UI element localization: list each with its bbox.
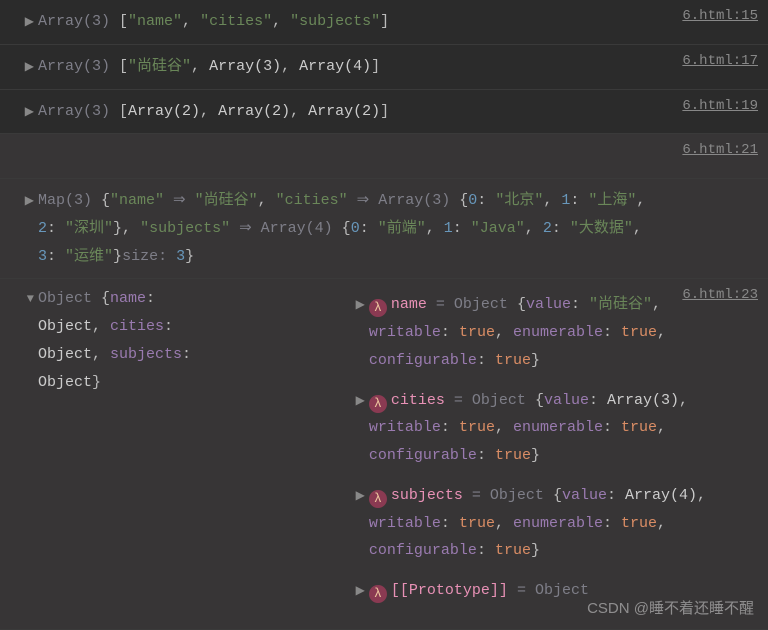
console-row[interactable]: ▶Map(3) {"name" ⇒ "尚硅谷", "cities" ⇒ Arra… [0, 179, 768, 279]
source-link[interactable]: 6.html:21 [682, 142, 758, 158]
console-row[interactable]: 6.html:21 [0, 134, 768, 179]
watermark: CSDN @睡不着还睡不醒 [587, 597, 754, 618]
console-object-block[interactable]: 6.html:23 ▼ Object {name: Object, cities… [0, 279, 768, 630]
source-link[interactable]: 6.html:23 [682, 287, 758, 303]
expand-arrow-icon[interactable]: ▶ [25, 8, 34, 36]
expand-arrow-icon[interactable]: ▶ [356, 482, 365, 565]
console-row[interactable]: 6.html:17▶Array(3) ["尚硅谷", Array(3), Arr… [0, 45, 768, 90]
object-header: Object {name: Object, cities: Object, su… [38, 285, 313, 611]
source-link[interactable]: 6.html:15 [682, 8, 758, 24]
expand-arrow-icon[interactable]: ▶ [25, 187, 34, 270]
expand-arrow-icon[interactable]: ▶ [25, 53, 34, 81]
expand-arrow-icon[interactable]: ▶ [356, 387, 365, 470]
source-link[interactable]: 6.html:17 [682, 53, 758, 69]
object-property[interactable]: ▶λsubjects = Object {value: Array(4), wr… [313, 476, 758, 571]
lambda-badge-icon: λ [369, 585, 387, 603]
expand-arrow-icon[interactable]: ▶ [356, 577, 365, 605]
object-property[interactable]: ▶λcities = Object {value: Array(3), writ… [313, 381, 758, 476]
expand-arrow-icon[interactable]: ▶ [356, 291, 365, 374]
console-rows: 6.html:15▶Array(3) ["name", "cities", "s… [0, 0, 768, 279]
console-row[interactable]: 6.html:19▶Array(3) [Array(2), Array(2), … [0, 90, 768, 135]
expand-arrow-icon[interactable]: ▶ [25, 98, 34, 126]
source-link[interactable]: 6.html:19 [682, 98, 758, 114]
lambda-badge-icon: λ [369, 395, 387, 413]
lambda-badge-icon: λ [369, 490, 387, 508]
expand-arrow-icon[interactable]: ▼ [27, 286, 34, 612]
console-row[interactable]: 6.html:15▶Array(3) ["name", "cities", "s… [0, 0, 768, 45]
lambda-badge-icon: λ [369, 299, 387, 317]
